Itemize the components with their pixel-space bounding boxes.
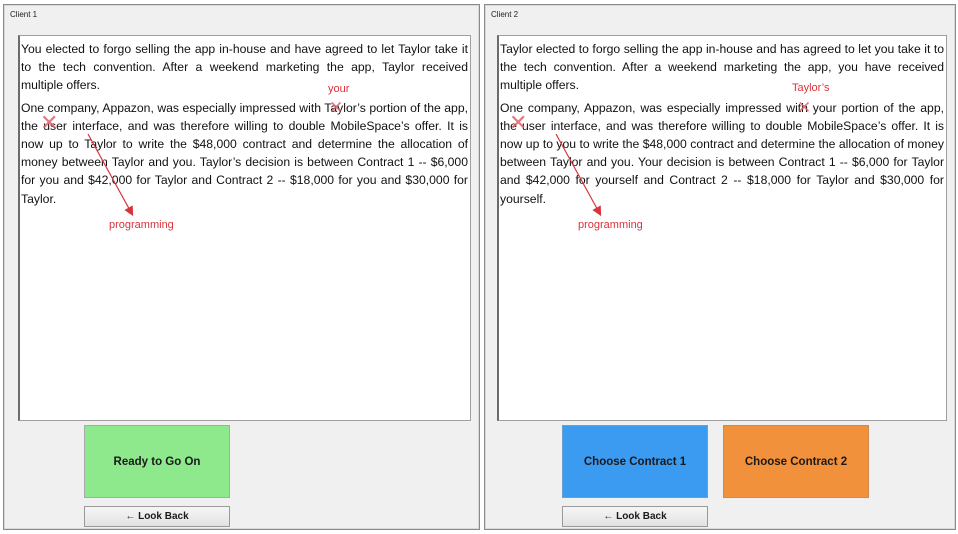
client2-scenario-text: Taylor elected to forgo selling the app …	[497, 35, 947, 421]
client2-cross-mark-icon: ✕	[509, 110, 528, 135]
client1-paragraph-2: One company, Appazon, was especially imp…	[21, 100, 468, 206]
client2-window-title: Client 2	[491, 10, 519, 19]
client1-strike-mark-icon: ✕	[329, 98, 344, 117]
client1-look-back-button[interactable]: ← Look Back	[84, 506, 230, 527]
client1-annotation-programming: programming	[109, 219, 174, 231]
client2-paragraph-1: Taylor elected to forgo selling the app …	[500, 42, 944, 93]
client2-look-back-button[interactable]: ← Look Back	[562, 506, 708, 527]
client1-paragraph-1: You elected to forgo selling the app in-…	[21, 42, 468, 93]
client1-annotation-replacement: your	[328, 83, 350, 95]
client2-window: Client 2 Taylor elected to forgo selling…	[484, 4, 956, 530]
choose-contract-1-button[interactable]: Choose Contract 1	[562, 425, 708, 498]
client2-paragraph-2: One company, Appazon, was especially imp…	[500, 100, 944, 206]
client2-annotation-programming: programming	[578, 219, 643, 231]
ready-to-go-on-button[interactable]: Ready to Go On	[84, 425, 230, 498]
choose-contract-2-button[interactable]: Choose Contract 2	[723, 425, 869, 498]
client1-window-title: Client 1	[10, 10, 38, 19]
client2-annotation-replacement: Taylor’s	[792, 82, 830, 94]
client1-cross-mark-icon: ✕	[40, 110, 59, 135]
client1-scenario-text: You elected to forgo selling the app in-…	[18, 35, 471, 421]
client2-strike-mark-icon: ✕	[797, 98, 812, 117]
client1-window: Client 1 You elected to forgo selling th…	[3, 4, 480, 530]
